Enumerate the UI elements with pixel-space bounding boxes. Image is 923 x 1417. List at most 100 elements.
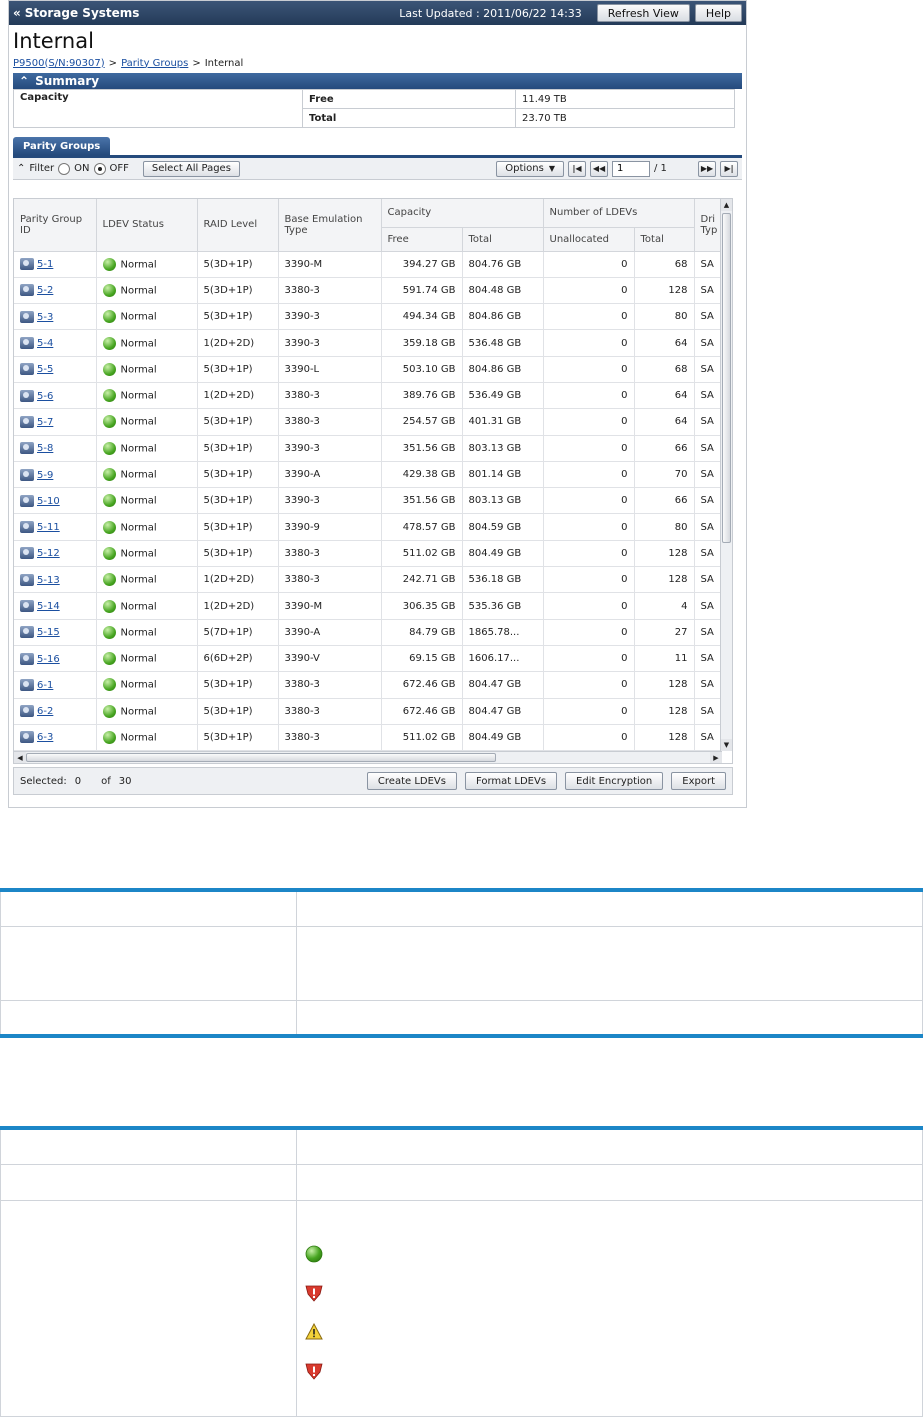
table-row[interactable]: 5-8 Normal 5(3D+1P) 3390-3 351.56 GB 803.13 G… [14, 435, 725, 462]
header-ldev-total[interactable]: Total [634, 227, 695, 252]
pg-id-link[interactable]: 5-9 [37, 470, 53, 481]
table-row[interactable]: 6-1 Normal 5(3D+1P) 3380-3 672.46 GB 804.47 G… [14, 671, 725, 699]
storage-systems-nav[interactable]: « Storage Systems [13, 6, 139, 20]
scroll-down-icon[interactable]: ▼ [721, 739, 732, 751]
header-capacity-free[interactable]: Free [381, 227, 463, 252]
selected-count: 0 [74, 775, 82, 787]
select-all-pages-button[interactable]: Select All Pages [142, 160, 240, 177]
pg-id-link[interactable]: 5-3 [37, 312, 53, 323]
emulation-type-cell: 3390-3 [278, 303, 382, 331]
pg-id-link[interactable]: 5-11 [37, 522, 60, 533]
next-page-icon[interactable]: ▶▶ [698, 160, 716, 177]
status-text: Normal [120, 416, 157, 428]
vertical-scrollbar[interactable]: ▲ ▼ [720, 199, 732, 751]
pg-id-link[interactable]: 5-14 [37, 601, 60, 612]
table-row[interactable]: 6-2 Normal 5(3D+1P) 3380-3 672.46 GB 804.47 G… [14, 698, 725, 725]
pg-id-link[interactable]: 6-1 [37, 680, 53, 691]
pg-id-cell: 6-2 [14, 698, 97, 725]
pg-id-link[interactable]: 5-15 [37, 627, 60, 638]
raid-level-cell: 5(3D+1P) [197, 698, 279, 725]
pg-id-link[interactable]: 5-1 [37, 259, 53, 270]
status-normal-icon [102, 257, 116, 271]
table-row[interactable]: 5-11 Normal 5(3D+1P) 3390-9 478.57 GB 804.59 … [14, 513, 725, 541]
emulation-type-cell: 3380-3 [278, 382, 382, 410]
capacity-total-cell: 801.14 GB [462, 461, 544, 489]
prev-page-icon[interactable]: ◀◀ [590, 160, 608, 177]
header-emulation-type[interactable]: Base Emulation Type [278, 199, 382, 252]
breadcrumb-separator: > [192, 57, 201, 69]
emulation-type-cell: 3390-A [278, 461, 382, 489]
header-unallocated[interactable]: Unallocated [543, 227, 635, 252]
scroll-left-icon[interactable]: ◀ [14, 752, 26, 763]
summary-header[interactable]: ⌃ Summary [13, 73, 742, 89]
vertical-scroll-thumb[interactable] [722, 213, 731, 543]
header-capacity-total[interactable]: Total [462, 227, 544, 252]
pg-id-link[interactable]: 6-2 [37, 706, 53, 717]
emulation-type-cell: 3380-3 [278, 408, 382, 436]
table-row[interactable]: 5-6 Normal 1(2D+2D) 3380-3 389.76 GB 536.49 G… [14, 382, 725, 410]
table-row[interactable]: 5-4 Normal 1(2D+2D) 3390-3 359.18 GB 536.48 G… [14, 329, 725, 357]
table-row[interactable]: 5-2 Normal 5(3D+1P) 3380-3 591.74 GB 804.48 G… [14, 277, 725, 305]
table-row[interactable]: 5-16 Normal 6(6D+2P) 3390-V 69.15 GB 1606.17.… [14, 645, 725, 673]
raid-level-cell: 5(3D+1P) [197, 408, 279, 436]
table-row[interactable]: 5-9 Normal 5(3D+1P) 3390-A 429.38 GB 801.14 G… [14, 461, 725, 489]
table-row[interactable]: 5-7 Normal 5(3D+1P) 3380-3 254.57 GB 401.31 G… [14, 408, 725, 436]
table-row[interactable]: 6-3 Normal 5(3D+1P) 3380-3 511.02 GB 804.49 G… [14, 724, 725, 752]
emulation-type-cell: 3390-L [278, 356, 382, 383]
table-row[interactable]: 5-15 Normal 5(7D+1P) 3390-A 84.79 GB 1865.78.… [14, 619, 725, 646]
collapse-icon[interactable]: ⌃ [19, 74, 29, 88]
capacity-total-cell: 401.31 GB [462, 408, 544, 436]
page-total: / 1 [654, 163, 667, 174]
export-button[interactable]: Export [671, 772, 726, 790]
table-row[interactable]: 5-3 Normal 5(3D+1P) 3390-3 494.34 GB 804.86 G… [14, 303, 725, 331]
table-row[interactable]: 5-13 Normal 1(2D+2D) 3380-3 242.71 GB 536.18 … [14, 566, 725, 594]
table-row[interactable]: 5-14 Normal 1(2D+2D) 3390-M 306.35 GB 535.36 … [14, 592, 725, 620]
pg-id-link[interactable]: 5-7 [37, 417, 53, 428]
edit-encryption-button[interactable]: Edit Encryption [565, 772, 664, 790]
options-button[interactable]: Options ▼ [496, 160, 564, 177]
table-row[interactable]: 5-12 Normal 5(3D+1P) 3380-3 511.02 GB 804.49 … [14, 540, 725, 568]
pg-id-link[interactable]: 5-2 [37, 285, 53, 296]
status-normal-icon [102, 336, 116, 350]
ldev-total-cell: 64 [634, 329, 695, 357]
last-page-icon[interactable]: ▶| [720, 160, 738, 177]
parity-group-icon [20, 442, 34, 455]
header-pg-id[interactable]: Parity Group ID [14, 199, 97, 252]
pg-id-link[interactable]: 6-3 [37, 732, 53, 743]
tab-parity-groups[interactable]: Parity Groups [13, 137, 111, 155]
breadcrumb-parity-groups-link[interactable]: Parity Groups [121, 58, 188, 69]
table-row[interactable]: 5-1 Normal 5(3D+1P) 3390-M 394.27 GB 804.76 G… [14, 251, 725, 278]
header-raid-level[interactable]: RAID Level [197, 199, 279, 252]
pg-id-link[interactable]: 5-8 [37, 443, 53, 454]
create-ldevs-button[interactable]: Create LDEVs [366, 772, 457, 790]
help-button[interactable]: Help [694, 4, 742, 22]
filter-off-radio[interactable] [93, 162, 106, 175]
page-number-input[interactable] [612, 160, 650, 177]
header-ldev-status[interactable]: LDEV Status [96, 199, 198, 252]
filter-on-radio[interactable] [58, 162, 71, 175]
table-row[interactable]: 5-5 Normal 5(3D+1P) 3390-L 503.10 GB 804.86 G… [14, 356, 725, 383]
capacity-free-cell: 672.46 GB [381, 671, 463, 699]
capacity-total-cell: 536.49 GB [462, 382, 544, 410]
format-ldevs-button[interactable]: Format LDEVs [464, 772, 558, 790]
horizontal-scroll-thumb[interactable] [26, 753, 496, 762]
pg-id-cell: 5-6 [14, 382, 97, 410]
table-row[interactable]: 5-10 Normal 5(3D+1P) 3390-3 351.56 GB 803.13 … [14, 487, 725, 515]
pg-id-link[interactable]: 5-6 [37, 391, 53, 402]
scroll-right-icon[interactable]: ▶ [710, 752, 722, 763]
scroll-up-icon[interactable]: ▲ [721, 199, 732, 211]
breadcrumb-storage-link[interactable]: P9500(S/N:90307) [13, 58, 105, 69]
first-page-icon[interactable]: |◀ [568, 160, 586, 177]
pg-id-link[interactable]: 5-5 [37, 364, 53, 375]
horizontal-scrollbar[interactable]: ◀ ▶ [14, 751, 722, 763]
emulation-type-cell: 3380-3 [278, 540, 382, 568]
pg-id-link[interactable]: 5-16 [37, 654, 60, 665]
parity-group-icon [20, 468, 34, 481]
filter-collapse-icon[interactable]: ⌃ [17, 163, 25, 174]
refresh-view-button[interactable]: Refresh View [596, 4, 690, 22]
pg-id-link[interactable]: 5-10 [37, 496, 60, 507]
pg-id-link[interactable]: 5-13 [37, 575, 60, 586]
pg-id-link[interactable]: 5-12 [37, 548, 60, 559]
ldev-status-cell: Normal [96, 724, 198, 752]
pg-id-link[interactable]: 5-4 [37, 338, 53, 349]
